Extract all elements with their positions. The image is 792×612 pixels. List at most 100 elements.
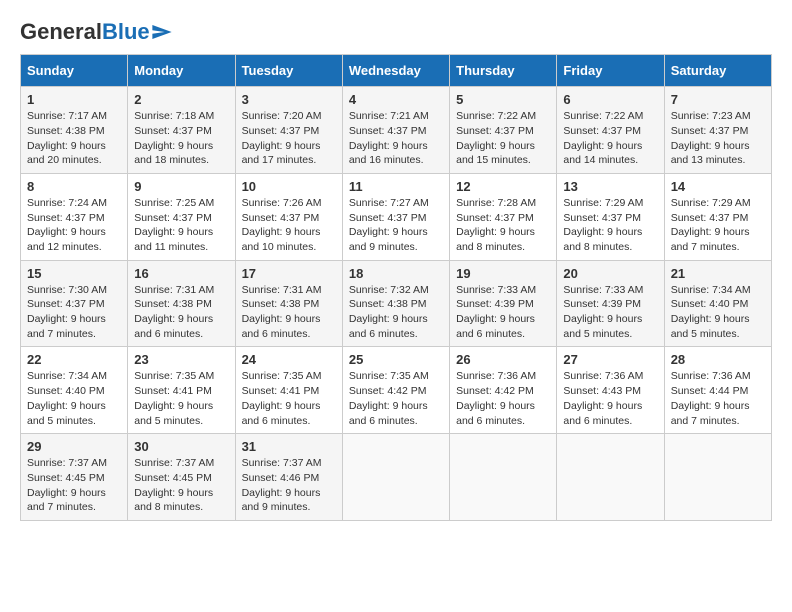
- day-number: 1: [27, 92, 121, 107]
- calendar-cell: 15 Sunrise: 7:30 AMSunset: 4:37 PMDayligh…: [21, 260, 128, 347]
- page-header: GeneralBlue: [20, 20, 772, 44]
- day-number: 27: [563, 352, 657, 367]
- calendar-cell: 7 Sunrise: 7:23 AMSunset: 4:37 PMDaylight…: [664, 87, 771, 174]
- calendar-cell: 16 Sunrise: 7:31 AMSunset: 4:38 PMDayligh…: [128, 260, 235, 347]
- calendar-cell: [664, 434, 771, 521]
- calendar-cell: [342, 434, 449, 521]
- calendar-week-row: 29 Sunrise: 7:37 AMSunset: 4:45 PMDayligh…: [21, 434, 772, 521]
- col-header-wednesday: Wednesday: [342, 55, 449, 87]
- logo: GeneralBlue: [20, 20, 172, 44]
- day-number: 24: [242, 352, 336, 367]
- day-number: 30: [134, 439, 228, 454]
- day-number: 21: [671, 266, 765, 281]
- day-info: Sunrise: 7:26 AMSunset: 4:37 PMDaylight:…: [242, 196, 336, 255]
- day-number: 3: [242, 92, 336, 107]
- day-number: 29: [27, 439, 121, 454]
- col-header-saturday: Saturday: [664, 55, 771, 87]
- day-number: 26: [456, 352, 550, 367]
- day-info: Sunrise: 7:29 AMSunset: 4:37 PMDaylight:…: [671, 196, 765, 255]
- calendar-cell: 28 Sunrise: 7:36 AMSunset: 4:44 PMDayligh…: [664, 347, 771, 434]
- calendar-week-row: 22 Sunrise: 7:34 AMSunset: 4:40 PMDayligh…: [21, 347, 772, 434]
- day-info: Sunrise: 7:36 AMSunset: 4:42 PMDaylight:…: [456, 369, 550, 428]
- day-info: Sunrise: 7:30 AMSunset: 4:37 PMDaylight:…: [27, 283, 121, 342]
- day-info: Sunrise: 7:24 AMSunset: 4:37 PMDaylight:…: [27, 196, 121, 255]
- calendar-cell: 4Sunrise: 7:21 AMSunset: 4:37 PMDaylight…: [342, 87, 449, 174]
- day-info: Sunrise: 7:31 AMSunset: 4:38 PMDaylight:…: [134, 283, 228, 342]
- day-number: 8: [27, 179, 121, 194]
- day-info: Sunrise: 7:36 AMSunset: 4:44 PMDaylight:…: [671, 369, 765, 428]
- day-info: Sunrise: 7:17 AMSunset: 4:38 PMDaylight:…: [27, 109, 121, 168]
- calendar-cell: 25 Sunrise: 7:35 AMSunset: 4:42 PMDayligh…: [342, 347, 449, 434]
- calendar-week-row: 1 Sunrise: 7:17 AMSunset: 4:38 PMDaylight…: [21, 87, 772, 174]
- day-info: Sunrise: 7:37 AMSunset: 4:45 PMDaylight:…: [27, 456, 121, 515]
- day-number: 15: [27, 266, 121, 281]
- day-number: 18: [349, 266, 443, 281]
- day-number: 7: [671, 92, 765, 107]
- calendar-cell: 26 Sunrise: 7:36 AMSunset: 4:42 PMDayligh…: [450, 347, 557, 434]
- day-info: Sunrise: 7:28 AMSunset: 4:37 PMDaylight:…: [456, 196, 550, 255]
- calendar-cell: 10 Sunrise: 7:26 AMSunset: 4:37 PMDayligh…: [235, 173, 342, 260]
- logo-text: GeneralBlue: [20, 20, 150, 44]
- calendar-cell: 21 Sunrise: 7:34 AMSunset: 4:40 PMDayligh…: [664, 260, 771, 347]
- logo-icon: [152, 25, 172, 39]
- day-info: Sunrise: 7:27 AMSunset: 4:37 PMDaylight:…: [349, 196, 443, 255]
- day-info: Sunrise: 7:22 AMSunset: 4:37 PMDaylight:…: [456, 109, 550, 168]
- col-header-sunday: Sunday: [21, 55, 128, 87]
- calendar-cell: 8 Sunrise: 7:24 AMSunset: 4:37 PMDaylight…: [21, 173, 128, 260]
- day-info: Sunrise: 7:32 AMSunset: 4:38 PMDaylight:…: [349, 283, 443, 342]
- day-number: 22: [27, 352, 121, 367]
- calendar-cell: 29 Sunrise: 7:37 AMSunset: 4:45 PMDayligh…: [21, 434, 128, 521]
- day-number: 16: [134, 266, 228, 281]
- day-info: Sunrise: 7:37 AMSunset: 4:45 PMDaylight:…: [134, 456, 228, 515]
- day-info: Sunrise: 7:29 AMSunset: 4:37 PMDaylight:…: [563, 196, 657, 255]
- day-number: 19: [456, 266, 550, 281]
- calendar-cell: 11Sunrise: 7:27 AMSunset: 4:37 PMDayligh…: [342, 173, 449, 260]
- calendar-cell: 19 Sunrise: 7:33 AMSunset: 4:39 PMDayligh…: [450, 260, 557, 347]
- day-number: 9: [134, 179, 228, 194]
- day-number: 28: [671, 352, 765, 367]
- calendar-cell: 27 Sunrise: 7:36 AMSunset: 4:43 PMDayligh…: [557, 347, 664, 434]
- day-number: 6: [563, 92, 657, 107]
- calendar-cell: 2Sunrise: 7:18 AMSunset: 4:37 PMDaylight…: [128, 87, 235, 174]
- col-header-monday: Monday: [128, 55, 235, 87]
- calendar-cell: 14 Sunrise: 7:29 AMSunset: 4:37 PMDayligh…: [664, 173, 771, 260]
- day-number: 14: [671, 179, 765, 194]
- day-info: Sunrise: 7:31 AMSunset: 4:38 PMDaylight:…: [242, 283, 336, 342]
- calendar-header-row: SundayMondayTuesdayWednesdayThursdayFrid…: [21, 55, 772, 87]
- day-info: Sunrise: 7:33 AMSunset: 4:39 PMDaylight:…: [456, 283, 550, 342]
- day-info: Sunrise: 7:34 AMSunset: 4:40 PMDaylight:…: [671, 283, 765, 342]
- calendar-cell: 24 Sunrise: 7:35 AMSunset: 4:41 PMDayligh…: [235, 347, 342, 434]
- day-info: Sunrise: 7:35 AMSunset: 4:42 PMDaylight:…: [349, 369, 443, 428]
- calendar-cell: 13Sunrise: 7:29 AMSunset: 4:37 PMDayligh…: [557, 173, 664, 260]
- day-number: 17: [242, 266, 336, 281]
- day-info: Sunrise: 7:37 AMSunset: 4:46 PMDaylight:…: [242, 456, 336, 515]
- day-number: 25: [349, 352, 443, 367]
- day-info: Sunrise: 7:23 AMSunset: 4:37 PMDaylight:…: [671, 109, 765, 168]
- calendar-cell: 1 Sunrise: 7:17 AMSunset: 4:38 PMDaylight…: [21, 87, 128, 174]
- day-info: Sunrise: 7:33 AMSunset: 4:39 PMDaylight:…: [563, 283, 657, 342]
- calendar-cell: 9 Sunrise: 7:25 AMSunset: 4:37 PMDaylight…: [128, 173, 235, 260]
- day-number: 12: [456, 179, 550, 194]
- day-info: Sunrise: 7:18 AMSunset: 4:37 PMDaylight:…: [134, 109, 228, 168]
- day-number: 31: [242, 439, 336, 454]
- day-number: 10: [242, 179, 336, 194]
- calendar-cell: 3Sunrise: 7:20 AMSunset: 4:37 PMDaylight…: [235, 87, 342, 174]
- calendar-cell: 12 Sunrise: 7:28 AMSunset: 4:37 PMDayligh…: [450, 173, 557, 260]
- day-info: Sunrise: 7:35 AMSunset: 4:41 PMDaylight:…: [242, 369, 336, 428]
- day-info: Sunrise: 7:36 AMSunset: 4:43 PMDaylight:…: [563, 369, 657, 428]
- calendar-week-row: 15 Sunrise: 7:30 AMSunset: 4:37 PMDayligh…: [21, 260, 772, 347]
- calendar-cell: 20 Sunrise: 7:33 AMSunset: 4:39 PMDayligh…: [557, 260, 664, 347]
- day-info: Sunrise: 7:25 AMSunset: 4:37 PMDaylight:…: [134, 196, 228, 255]
- calendar-cell: 22 Sunrise: 7:34 AMSunset: 4:40 PMDayligh…: [21, 347, 128, 434]
- day-info: Sunrise: 7:34 AMSunset: 4:40 PMDaylight:…: [27, 369, 121, 428]
- calendar-table: SundayMondayTuesdayWednesdayThursdayFrid…: [20, 54, 772, 521]
- day-number: 23: [134, 352, 228, 367]
- day-number: 4: [349, 92, 443, 107]
- calendar-week-row: 8 Sunrise: 7:24 AMSunset: 4:37 PMDaylight…: [21, 173, 772, 260]
- day-number: 20: [563, 266, 657, 281]
- day-number: 5: [456, 92, 550, 107]
- calendar-cell: [557, 434, 664, 521]
- calendar-cell: 6Sunrise: 7:22 AMSunset: 4:37 PMDaylight…: [557, 87, 664, 174]
- calendar-cell: 5 Sunrise: 7:22 AMSunset: 4:37 PMDaylight…: [450, 87, 557, 174]
- calendar-cell: 17 Sunrise: 7:31 AMSunset: 4:38 PMDayligh…: [235, 260, 342, 347]
